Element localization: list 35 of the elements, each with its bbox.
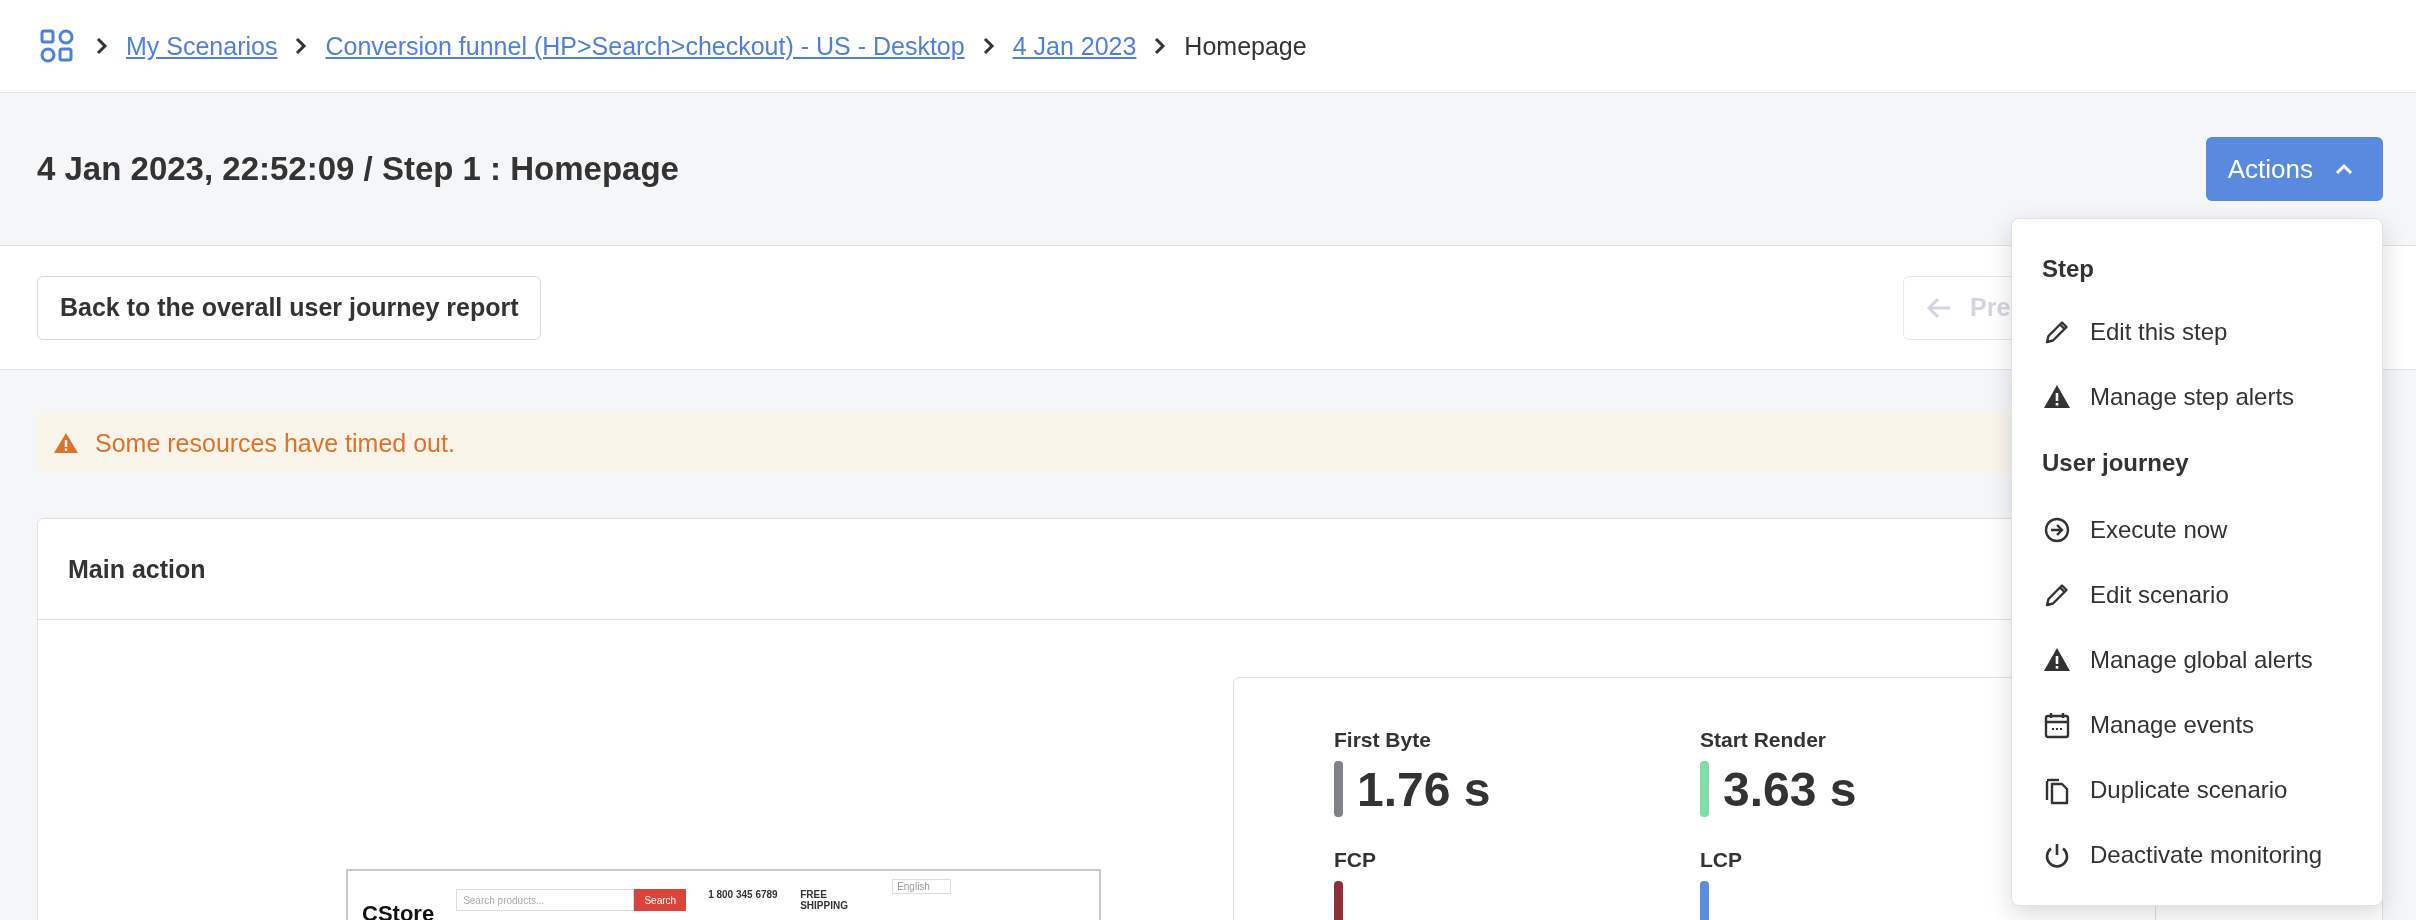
metric-label: First Byte <box>1334 728 1431 752</box>
menu-item[interactable]: Manage events <box>2090 710 2255 739</box>
menu-section-header: User journey <box>2042 448 2190 478</box>
menu-section-header: Step <box>2042 254 2095 284</box>
metric-label: Start Render <box>1700 728 1827 752</box>
page-title: 4 Jan 2023, 22:52:09 / Step 1 : Homepage <box>37 150 679 188</box>
card-title: Main action <box>68 554 206 584</box>
back-button[interactable]: Back to the overall user journey report <box>37 275 542 340</box>
site-shipping: FREE SHIPPING <box>800 889 849 911</box>
breadcrumb-link[interactable]: 4 Jan 2023 <box>1012 31 1137 61</box>
metric-label: FCP <box>1334 848 1376 872</box>
menu-item[interactable]: Duplicate scenario <box>2090 775 2288 804</box>
metric-value: 1.76 s <box>1357 761 1491 817</box>
menu-item[interactable]: Edit scenario <box>2090 580 2229 609</box>
site-phone: 1 800 345 6789 <box>708 889 779 900</box>
caret-icon <box>2335 163 2353 175</box>
menu-item[interactable]: Edit this step <box>2090 317 2228 346</box>
metric-label: LCP <box>1700 848 1742 872</box>
apps-grid-icon[interactable] <box>40 29 74 63</box>
warning-text: Some resources have timed out. <box>95 428 455 458</box>
breadcrumb-link[interactable]: My Scenarios <box>126 31 278 61</box>
menu-item[interactable]: Execute now <box>2090 515 2228 544</box>
chevron-right-icon <box>96 37 108 55</box>
menu-item[interactable]: Deactivate monitoring <box>2090 840 2323 869</box>
arrow-left-icon <box>1926 296 1952 319</box>
menu-item[interactable]: Manage step alerts <box>2090 382 2295 411</box>
chevron-right-icon <box>982 37 995 55</box>
warning-icon <box>53 432 79 454</box>
site-language: English <box>892 879 951 894</box>
breadcrumb-current: Homepage <box>1184 31 1307 61</box>
menu-item[interactable]: Manage global alerts <box>2090 645 2313 674</box>
breadcrumb-link[interactable]: Conversion funnel (HP>Search>checkout) - US - Desktop <box>325 31 965 61</box>
metric-value: 3.63 s <box>1723 761 1857 817</box>
chevron-right-icon <box>1154 37 1167 55</box>
chevron-right-icon <box>295 37 308 55</box>
